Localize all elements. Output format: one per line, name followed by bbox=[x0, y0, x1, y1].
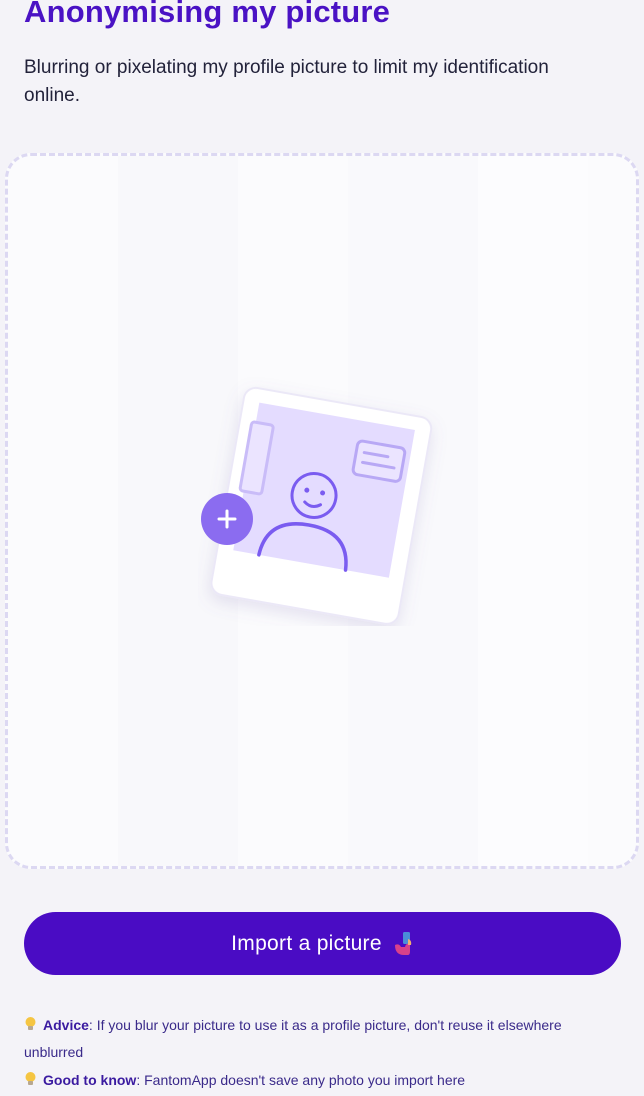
page-subtitle: Blurring or pixelating my profile pictur… bbox=[24, 57, 549, 106]
import-button-label: Import a picture bbox=[231, 931, 382, 955]
plus-icon bbox=[217, 509, 237, 529]
import-picture-button[interactable]: Import a picture bbox=[24, 912, 621, 975]
page: Anonymising my picture Blurring or pixel… bbox=[0, 0, 644, 1096]
selfie-emoji-icon bbox=[394, 931, 412, 955]
lightbulb-icon bbox=[25, 1072, 36, 1085]
advice-note: Advice: If you blur your picture to use … bbox=[24, 1012, 584, 1066]
good-to-know-label: Good to know bbox=[43, 1072, 137, 1088]
picture-dropzone[interactable] bbox=[5, 153, 639, 869]
lightbulb-icon bbox=[25, 1017, 36, 1030]
advice-text: : If you blur your picture to use it as … bbox=[24, 1017, 562, 1060]
plus-button[interactable] bbox=[201, 493, 253, 545]
dropzone-stripe bbox=[478, 156, 588, 866]
advice-label: Advice bbox=[43, 1017, 89, 1033]
good-to-know-note: Good to know: FantomApp doesn't save any… bbox=[24, 1067, 584, 1094]
good-to-know-text: : FantomApp doesn't save any photo you i… bbox=[136, 1072, 466, 1088]
page-title: Anonymising my picture bbox=[24, 0, 391, 29]
